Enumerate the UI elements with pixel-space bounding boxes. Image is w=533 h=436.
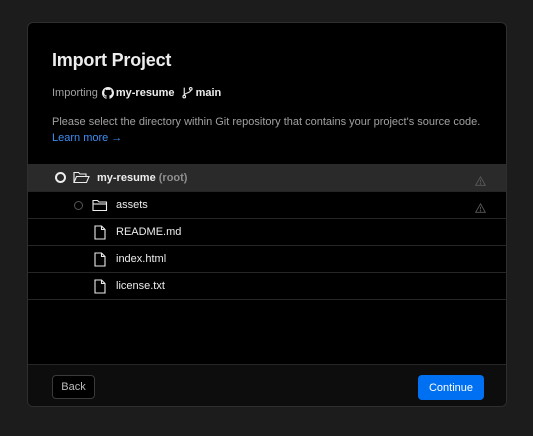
root-name: my-resume [97,171,156,184]
file-icon [94,278,106,294]
root-radio[interactable] [55,172,66,183]
warning-icon [474,200,487,213]
assets-radio[interactable] [74,200,83,210]
folder-open-icon [73,171,90,184]
importing-info: Importing my-resume main [52,86,221,99]
file-icon [94,224,106,240]
learn-more-link[interactable]: Learn more → [52,132,122,144]
importing-prefix: Importing [52,86,98,99]
continue-button[interactable]: Continue [418,375,484,400]
tree-item-label: license.txt [116,280,165,292]
tree-row-assets[interactable]: assets [28,192,506,219]
tree-item-label: index.html [116,253,167,265]
import-project-dialog: Import Project Importing my-resume main … [27,22,507,407]
dialog-footer: Back Continue [28,364,506,406]
tree-item-label: assets [116,199,148,211]
description-text: Please select the directory within Git r… [52,116,481,128]
root-suffix: (root) [158,171,188,184]
github-icon [101,86,114,99]
dialog-title: Import Project [52,50,172,70]
tree-item-label: README.md [116,226,182,238]
file-icon [94,251,106,267]
tree-row-index: index.html [28,246,506,273]
tree-root-label: my-resume (root) [97,172,187,184]
repo-name: my-resume [115,86,175,99]
branch-name: main [195,86,222,99]
warning-icon [474,173,487,186]
folder-icon [92,199,108,212]
dialog-description: Please select the directory within Git r… [52,114,482,146]
tree-row-readme: README.md [28,219,506,246]
git-branch-icon [181,86,194,99]
directory-tree: my-resume (root) assets README.md index.… [28,164,506,300]
tree-row-root[interactable]: my-resume (root) [28,164,506,192]
tree-row-license: license.txt [28,273,506,300]
back-button[interactable]: Back [52,375,95,399]
